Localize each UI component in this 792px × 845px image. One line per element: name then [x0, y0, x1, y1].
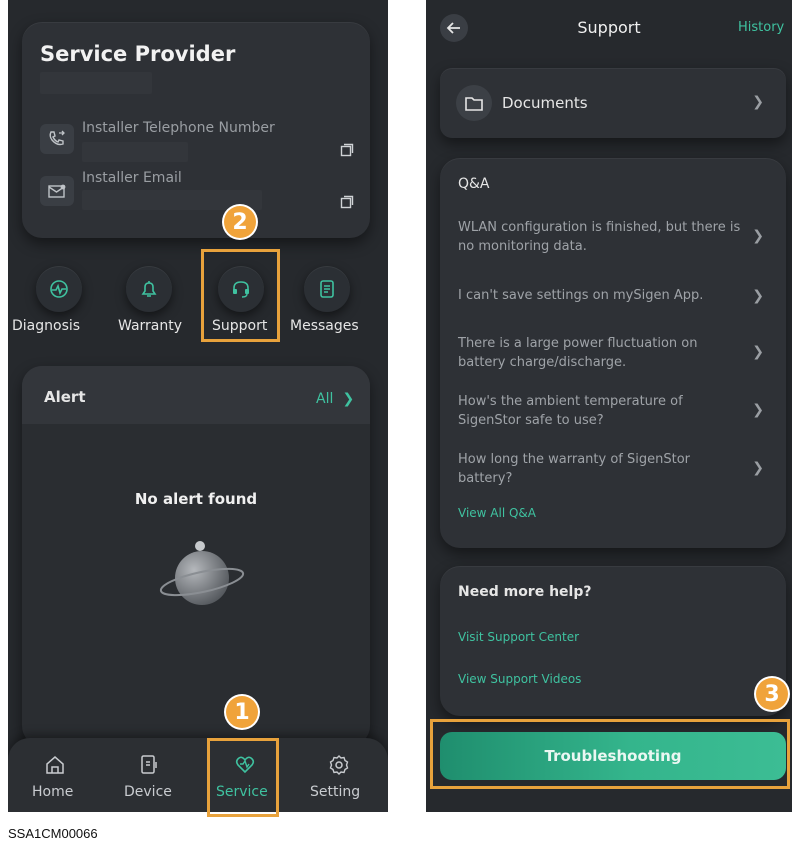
nav-setting-label: Setting	[310, 784, 361, 800]
qa-chevron-icon: ❯	[752, 460, 764, 476]
qa-chevron-icon: ❯	[752, 288, 764, 304]
step-badge-3: 3	[756, 678, 788, 710]
service-provider-title: Service Provider	[40, 42, 236, 66]
bell-icon	[126, 266, 172, 312]
messages-icon	[304, 266, 350, 312]
qa-card: Q&A WLAN configuration is finished, but …	[440, 158, 786, 548]
home-icon	[46, 756, 64, 774]
nav-home[interactable]: Home	[30, 754, 82, 806]
documents-chevron-icon: ❯	[752, 94, 764, 110]
nav-device-label: Device	[124, 784, 172, 800]
service-nav-highlight	[207, 738, 279, 817]
help-card: Need more help? Visit Support Center Vie…	[440, 566, 786, 716]
nav-device[interactable]: Device	[120, 754, 184, 806]
step-badge-2: 2	[224, 206, 256, 238]
diagnosis-button[interactable]: Diagnosis	[12, 266, 98, 342]
alert-all-link[interactable]: All ❯	[316, 388, 354, 407]
qa-chevron-icon: ❯	[752, 402, 764, 418]
qa-item-text: I can't save settings on mySigen App.	[458, 288, 704, 303]
service-screen: Service Provider Installer Telephone Num…	[8, 0, 388, 812]
copy-phone-icon[interactable]	[340, 142, 354, 161]
messages-label: Messages	[290, 318, 359, 334]
email-icon	[40, 176, 74, 206]
qa-item-text: There is a large power fluctuation on ba…	[458, 336, 698, 370]
folder-icon	[456, 85, 492, 121]
alert-all-label: All	[316, 391, 334, 407]
diagnosis-label: Diagnosis	[12, 318, 81, 334]
qa-title: Q&A	[458, 176, 490, 192]
email-label: Installer Email	[82, 170, 182, 186]
figure-caption: SSA1CM00066	[8, 826, 98, 841]
diagnosis-icon	[36, 266, 82, 312]
messages-button[interactable]: Messages	[290, 266, 380, 342]
phone-label: Installer Telephone Number	[82, 120, 275, 136]
qa-item-text: WLAN configuration is finished, but ther…	[458, 220, 741, 254]
nav-home-label: Home	[32, 784, 74, 800]
copy-email-icon[interactable]	[340, 194, 354, 213]
support-screen: Support History Documents ❯ Q&A WLAN con…	[426, 0, 792, 812]
no-alert-text: No alert found	[134, 490, 258, 508]
gear-icon	[329, 755, 349, 775]
view-support-videos-link[interactable]: View Support Videos	[458, 672, 581, 686]
qa-item-text: How long the warranty of SigenStor batte…	[458, 452, 691, 486]
support-highlight	[201, 249, 280, 342]
history-link[interactable]: History	[738, 20, 784, 35]
nav-setting[interactable]: Setting	[308, 754, 378, 806]
warranty-label: Warranty	[118, 318, 183, 334]
bottom-nav: Home Device Service Setting	[8, 738, 388, 812]
qa-item[interactable]: How's the ambient temperature of SigenSt…	[458, 392, 783, 430]
documents-label: Documents	[502, 94, 588, 112]
documents-row[interactable]: Documents ❯	[440, 68, 786, 138]
phone-icon	[40, 124, 74, 154]
qa-item[interactable]: There is a large power fluctuation on ba…	[458, 334, 783, 372]
qa-item[interactable]: How long the warranty of SigenStor batte…	[458, 450, 783, 488]
qa-item[interactable]: I can't save settings on mySigen App.	[458, 286, 783, 305]
service-provider-card: Service Provider Installer Telephone Num…	[22, 22, 370, 238]
alert-card: Alert All ❯ No alert found	[22, 366, 370, 746]
qa-item[interactable]: WLAN configuration is finished, but ther…	[458, 218, 783, 256]
phone-number-redacted	[82, 142, 188, 162]
view-all-qa-link[interactable]: View All Q&A	[458, 506, 536, 520]
step-badge-1: 1	[226, 696, 258, 728]
qa-chevron-icon: ❯	[752, 344, 764, 360]
provider-name-redacted	[40, 72, 152, 94]
alert-title: Alert	[44, 388, 86, 406]
help-title: Need more help?	[458, 584, 592, 600]
planet-illustration	[159, 541, 245, 605]
visit-support-center-link[interactable]: Visit Support Center	[458, 630, 579, 644]
chevron-right-icon: ❯	[342, 391, 355, 407]
device-icon	[141, 755, 157, 774]
warranty-button[interactable]: Warranty	[108, 266, 188, 342]
troubleshooting-highlight	[430, 719, 790, 789]
qa-item-text: How's the ambient temperature of SigenSt…	[458, 394, 683, 428]
qa-chevron-icon: ❯	[752, 228, 764, 244]
